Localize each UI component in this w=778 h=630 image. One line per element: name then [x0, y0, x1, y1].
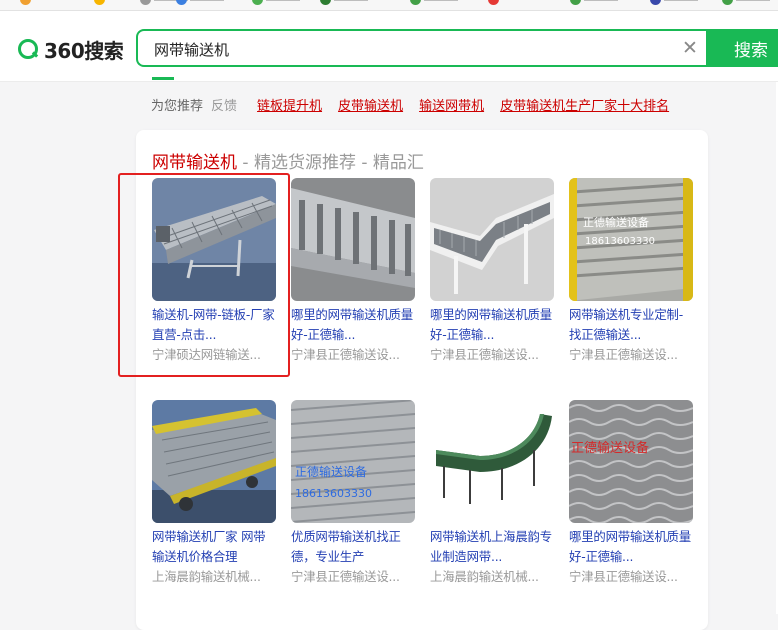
product-item[interactable]: 正德输送设备 哪里的网带输送机质量好-正德输... 宁津县正德输送设...: [569, 400, 693, 587]
feedback-link[interactable]: 反馈: [211, 95, 237, 115]
product-image[interactable]: [152, 400, 276, 523]
bookmark[interactable]: [570, 0, 618, 6]
related-link[interactable]: 链板提升机: [257, 95, 322, 115]
related-label: 为您推荐: [151, 99, 204, 114]
bookmark[interactable]: [488, 0, 499, 6]
product-item[interactable]: 正德输送设备 18613603330 优质网带输送机找正德，专业生产 宁津县正德…: [291, 400, 415, 587]
related-link[interactable]: 皮带输送机: [338, 95, 403, 115]
bookmark[interactable]: [410, 0, 458, 6]
product-title[interactable]: 哪里的网带输送机质量好-正德输...: [291, 305, 415, 345]
card-title-rest: - 精选货源推荐 - 精品汇: [237, 153, 424, 173]
product-source[interactable]: 宁津县正德输送设...: [430, 345, 554, 365]
bookmarks-bar: [0, 0, 778, 11]
product-title[interactable]: 哪里的网带输送机质量好-正德输...: [430, 305, 554, 345]
watermark-phone: 18613603330: [585, 236, 655, 247]
product-title[interactable]: 网带输送机专业定制-找正德输送...: [569, 305, 693, 345]
search-button[interactable]: 搜索: [706, 29, 778, 67]
bookmark[interactable]: [252, 0, 300, 6]
product-source[interactable]: 宁津县正德输送设...: [569, 567, 693, 587]
related-link[interactable]: 输送网带机: [419, 95, 484, 115]
product-title[interactable]: 输送机-网带-链板-厂家直营-点击...: [152, 305, 276, 345]
product-source[interactable]: 宁津县正德输送设...: [291, 567, 415, 587]
product-source[interactable]: 宁津硕达网链输送...: [152, 345, 276, 365]
product-image[interactable]: [152, 178, 276, 301]
search-input[interactable]: [152, 37, 656, 61]
bookmark[interactable]: [650, 0, 698, 6]
bookmark[interactable]: [722, 0, 770, 6]
product-item[interactable]: 正德输送设备 18613603330 网带输送机专业定制-找正德输送... 宁津…: [569, 178, 693, 365]
product-image[interactable]: [430, 400, 554, 523]
bookmark[interactable]: [94, 0, 105, 6]
product-image[interactable]: 正德输送设备 18613603330: [291, 400, 415, 523]
watermark-text: 正德输送设备: [583, 215, 649, 229]
search-header: 360搜索 ✕ 搜索: [0, 11, 778, 82]
card-title-highlight: 网带输送机: [152, 153, 237, 173]
logo[interactable]: 360搜索: [18, 36, 124, 63]
watermark-phone: 18613603330: [295, 487, 372, 500]
product-item[interactable]: 网带输送机厂家 网带输送机价格合理 上海晨韵输送机械...: [152, 400, 276, 587]
close-icon[interactable]: ✕: [682, 37, 698, 59]
product-source[interactable]: 上海晨韵输送机械...: [430, 567, 554, 587]
logo-icon: [18, 39, 39, 59]
logo-text: 360搜索: [44, 38, 124, 63]
product-title[interactable]: 优质网带输送机找正德，专业生产: [291, 527, 415, 567]
card-title[interactable]: 网带输送机 - 精选货源推荐 - 精品汇: [152, 148, 424, 173]
related-link[interactable]: 皮带输送机生产厂家十大排名: [500, 95, 669, 115]
product-item[interactable]: 输送机-网带-链板-厂家直营-点击... 宁津硕达网链输送...: [152, 178, 276, 365]
product-source[interactable]: 宁津县正德输送设...: [291, 345, 415, 365]
product-title[interactable]: 哪里的网带输送机质量好-正德输...: [569, 527, 693, 567]
product-source[interactable]: 宁津县正德输送设...: [569, 345, 693, 365]
product-image[interactable]: [291, 178, 415, 301]
product-item[interactable]: 哪里的网带输送机质量好-正德输... 宁津县正德输送设...: [291, 178, 415, 365]
product-image[interactable]: 正德输送设备: [569, 400, 693, 523]
product-item[interactable]: 哪里的网带输送机质量好-正德输... 宁津县正德输送设...: [430, 178, 554, 365]
product-source[interactable]: 上海晨韵输送机械...: [152, 567, 276, 587]
bookmark[interactable]: [20, 0, 31, 6]
bookmark[interactable]: [176, 0, 224, 6]
related-searches: 为您推荐 反馈 链板提升机 皮带输送机 输送网带机 皮带输送机生产厂家十大排名: [151, 95, 685, 115]
product-title[interactable]: 网带输送机上海晨韵专业制造网带...: [430, 527, 554, 567]
search-box[interactable]: ✕: [136, 29, 706, 67]
product-title[interactable]: 网带输送机厂家 网带输送机价格合理: [152, 527, 276, 567]
watermark-text: 正德输送设备: [295, 464, 367, 479]
product-card: 网带输送机 - 精选货源推荐 - 精品汇 输送机-网带-链板-厂家直营-点击..…: [136, 130, 708, 630]
product-item[interactable]: 网带输送机上海晨韵专业制造网带... 上海晨韵输送机械...: [430, 400, 554, 587]
product-image[interactable]: 正德输送设备 18613603330: [569, 178, 693, 301]
bookmark[interactable]: [320, 0, 368, 6]
product-image[interactable]: [430, 178, 554, 301]
watermark-text: 正德输送设备: [571, 440, 649, 456]
tab-indicator: [152, 77, 174, 80]
